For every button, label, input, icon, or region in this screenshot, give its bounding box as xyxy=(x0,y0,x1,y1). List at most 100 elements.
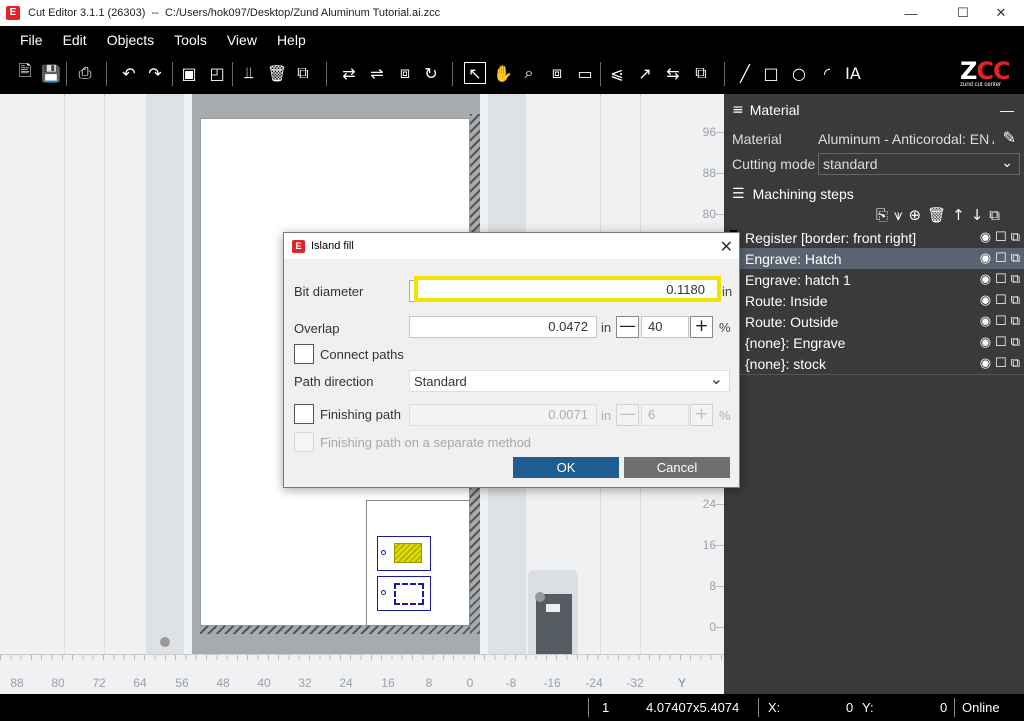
menu-tools[interactable]: Tools xyxy=(164,26,217,54)
cancel-button[interactable]: Cancel xyxy=(624,457,730,478)
step-row[interactable]: Engrave: Hatch ◉ ☐ ⧉ xyxy=(730,248,1024,269)
overlap-percent-input[interactable]: 40 xyxy=(641,316,689,338)
dialog-title-bar[interactable]: E Island fill ✕ xyxy=(284,233,739,259)
menu-objects[interactable]: Objects xyxy=(97,26,164,54)
delete-step-icon[interactable]: 🗑 xyxy=(927,206,946,224)
draw-arc-icon[interactable]: ◜ xyxy=(816,62,838,84)
bit-diameter-input[interactable]: 0.1180 xyxy=(418,280,717,302)
finishing-increment-button[interactable]: + xyxy=(690,404,713,426)
finishing-decrement-button[interactable]: — xyxy=(616,404,639,426)
lock-open-icon[interactable]: ☐ xyxy=(995,251,1007,266)
cut-direction-icon[interactable]: ⇄ xyxy=(338,62,360,84)
route-inside-path[interactable] xyxy=(394,583,424,605)
visibility-eye-icon[interactable]: ◉ xyxy=(980,314,991,329)
duplicate-step-icon[interactable]: ⧉ xyxy=(1011,272,1020,287)
menu-view[interactable]: View xyxy=(217,26,267,54)
connect-paths-checkbox[interactable] xyxy=(294,344,314,364)
zoom-fit-icon[interactable]: ⧈ xyxy=(546,62,568,84)
draw-text-icon[interactable]: IA xyxy=(842,62,864,84)
lock-open-icon[interactable]: ☐ xyxy=(995,314,1007,329)
rotate-path-icon[interactable]: ↻ xyxy=(420,62,442,84)
edit-pencil-icon[interactable]: ✎ xyxy=(1003,128,1016,148)
measure-icon[interactable]: ⩿ xyxy=(606,62,628,84)
duplicate-icon[interactable]: ⧉ xyxy=(690,62,712,84)
export-icon[interactable]: ⎙ xyxy=(74,62,96,84)
duplicate-step-icon[interactable]: ⧉ xyxy=(1011,356,1020,371)
menu-edit[interactable]: Edit xyxy=(53,26,97,54)
ungroup-icon[interactable]: ◰ xyxy=(206,62,228,84)
part-hatch-frame[interactable] xyxy=(377,536,431,571)
redo-icon[interactable]: ↷ xyxy=(144,62,166,84)
visibility-eye-icon[interactable]: ◉ xyxy=(980,272,991,287)
draw-circle-icon[interactable]: ○ xyxy=(788,62,810,84)
layers-icon[interactable]: ⧉ xyxy=(292,62,314,84)
menu-help[interactable]: Help xyxy=(267,26,316,54)
material-value[interactable]: Aluminum - Anticorodal: EN A xyxy=(818,131,994,147)
duplicate-step-icon[interactable]: ⧉ xyxy=(1011,335,1020,350)
visibility-eye-icon[interactable]: ◉ xyxy=(980,251,991,266)
island-fill-icon[interactable]: ⧈ xyxy=(394,62,416,84)
lock-open-icon[interactable]: ☐ xyxy=(995,356,1007,371)
step-row[interactable]: {none}: stock ◉ ☐ ⧉ xyxy=(730,353,1024,374)
duplicate-step-icon[interactable]: ⧉ xyxy=(1011,230,1020,245)
duplicate-step-icon[interactable]: ⧉ xyxy=(1011,314,1020,329)
finishing-path-input[interactable]: 0.0071 xyxy=(409,404,597,426)
step-row[interactable]: Engrave: hatch 1 ◉ ☐ ⧉ xyxy=(730,269,1024,290)
copy-step-icon[interactable]: ⧉ xyxy=(989,206,1000,224)
collapse-icon[interactable]: — xyxy=(1000,102,1014,118)
visibility-eye-icon[interactable]: ◉ xyxy=(980,230,991,245)
step-row[interactable]: Route: Inside ◉ ☐ ⧉ xyxy=(730,290,1024,311)
step-row[interactable]: {none}: Engrave ◉ ☐ ⧉ xyxy=(730,332,1024,353)
add-step-icon[interactable]: ⊕ xyxy=(908,206,921,224)
minimize-button[interactable]: — xyxy=(888,0,934,26)
reverse-path-icon[interactable]: ⇌ xyxy=(366,62,388,84)
delete-icon[interactable]: 🗑 xyxy=(266,62,288,84)
swap-icon[interactable]: ⇆ xyxy=(662,62,684,84)
undo-icon[interactable]: ↶ xyxy=(118,62,140,84)
align-icon[interactable]: ⫫ xyxy=(238,62,260,84)
lock-open-icon[interactable]: ☐ xyxy=(995,272,1007,287)
menu-file[interactable]: File xyxy=(10,26,53,54)
step-row[interactable]: Route: Outside ◉ ☐ ⧉ xyxy=(730,311,1024,332)
finishing-path-checkbox[interactable] xyxy=(294,404,314,424)
lock-open-icon[interactable]: ☐ xyxy=(995,335,1007,350)
overlap-input[interactable]: 0.0472 xyxy=(409,316,597,338)
line-direction-icon[interactable]: ↗ xyxy=(634,62,656,84)
overlap-increment-button[interactable]: + xyxy=(690,316,713,338)
zoom-page-icon[interactable]: ▭ xyxy=(574,62,596,84)
step-row[interactable]: Register [border: front right] ◉ ☐ ⧉ xyxy=(730,227,1024,248)
path-direction-select[interactable]: Standard ⌄ xyxy=(409,370,730,392)
ok-button[interactable]: OK xyxy=(513,457,619,478)
draw-line-icon[interactable]: ╱ xyxy=(734,62,756,84)
visibility-eye-icon[interactable]: ◉ xyxy=(980,335,991,350)
finishing-percent-input[interactable]: 6 xyxy=(641,404,689,426)
hand-tool-icon[interactable]: ✋ xyxy=(492,62,514,84)
hatch-fill-area[interactable] xyxy=(394,543,422,563)
duplicate-step-icon[interactable]: ⧉ xyxy=(1011,251,1020,266)
lock-open-icon[interactable]: ☐ xyxy=(995,230,1007,245)
save-icon[interactable]: 💾 xyxy=(40,62,62,84)
duplicate-step-icon[interactable]: ⧉ xyxy=(1011,293,1020,308)
overlap-decrement-button[interactable]: — xyxy=(616,316,639,338)
material-panel-header[interactable]: ≡ Material — xyxy=(724,96,1024,124)
move-down-icon[interactable]: ↓ xyxy=(971,206,984,224)
move-up-icon[interactable]: ↑ xyxy=(952,206,965,224)
lock-open-icon[interactable]: ☐ xyxy=(995,293,1007,308)
visibility-eye-icon[interactable]: ◉ xyxy=(980,356,991,371)
dialog-close-icon[interactable]: ✕ xyxy=(720,237,733,257)
new-file-icon[interactable]: 🖹 xyxy=(14,61,36,84)
part-route-frame[interactable] xyxy=(377,576,431,611)
visibility-eye-icon[interactable]: ◉ xyxy=(980,293,991,308)
group-icon[interactable]: ▣ xyxy=(178,62,200,84)
ruler-label-v: 0 xyxy=(709,620,716,634)
select-tool-icon[interactable]: ↖ xyxy=(464,62,486,84)
draw-rectangle-icon[interactable]: □ xyxy=(760,62,782,84)
apply-step-icon[interactable]: ⎘ xyxy=(876,206,888,224)
hole-marker xyxy=(381,550,386,555)
zoom-tool-icon[interactable]: ⌕ xyxy=(518,62,540,84)
material-panel-title: Material xyxy=(749,102,800,118)
cutting-mode-select[interactable]: standard ⌄ xyxy=(818,153,1020,175)
close-window-button[interactable]: ✕ xyxy=(978,0,1024,26)
finishing-separate-checkbox[interactable] xyxy=(294,432,314,452)
merge-step-icon[interactable]: ⩛ xyxy=(894,206,902,224)
